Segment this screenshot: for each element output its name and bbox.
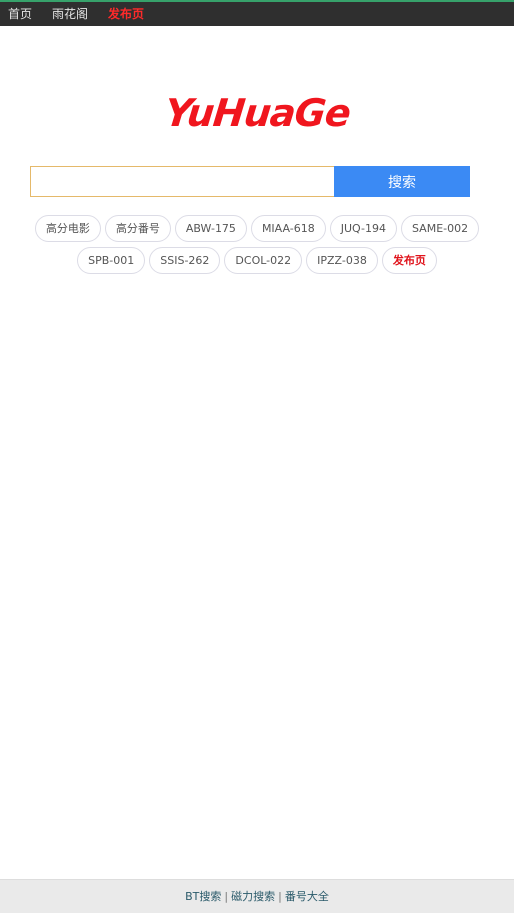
top-nav-bar: 首页 雨花阁 发布页 xyxy=(0,0,514,26)
search-button[interactable]: 搜索 xyxy=(334,166,470,197)
logo-text: YuHuaGe xyxy=(162,91,352,135)
footer-separator: | xyxy=(224,890,229,903)
tag-miaa-618[interactable]: MIAA-618 xyxy=(250,215,326,242)
tag-high-score-movies[interactable]: 高分电影 xyxy=(34,215,101,242)
tag-spb-001[interactable]: SPB-001 xyxy=(77,247,146,274)
nav-item-yuhuage[interactable]: 雨花阁 xyxy=(52,2,88,26)
tag-ipzz-038[interactable]: IPZZ-038 xyxy=(306,247,378,274)
tag-publish-page[interactable]: 发布页 xyxy=(381,247,437,274)
site-logo: YuHuaGe xyxy=(0,88,514,138)
tag-juq-194[interactable]: JUQ-194 xyxy=(329,215,397,242)
footer-link-bt-search[interactable]: BT搜索 xyxy=(185,890,221,903)
tag-ssis-262[interactable]: SSIS-262 xyxy=(149,247,221,274)
footer: BT搜索 | 磁力搜索 | 番号大全 xyxy=(0,879,514,913)
search-bar: 搜索 xyxy=(30,166,470,197)
hot-tags: 高分电影 高分番号 ABW-175 MIAA-618 JUQ-194 SAME-… xyxy=(30,215,484,274)
tag-dcol-022[interactable]: DCOL-022 xyxy=(224,247,303,274)
footer-link-magnet-search[interactable]: 磁力搜索 xyxy=(231,890,275,903)
tag-abw-175[interactable]: ABW-175 xyxy=(174,215,247,242)
nav-item-home[interactable]: 首页 xyxy=(8,2,32,26)
tag-same-002[interactable]: SAME-002 xyxy=(401,215,480,242)
page: 首页 雨花阁 发布页 YuHuaGe 搜索 高分电影 高分番号 ABW-175 … xyxy=(0,0,514,913)
nav-item-publish[interactable]: 发布页 xyxy=(108,2,144,26)
tag-high-score-codes[interactable]: 高分番号 xyxy=(104,215,171,242)
footer-link-code-list[interactable]: 番号大全 xyxy=(285,890,329,903)
footer-separator: | xyxy=(278,890,282,903)
search-input[interactable] xyxy=(30,166,334,197)
